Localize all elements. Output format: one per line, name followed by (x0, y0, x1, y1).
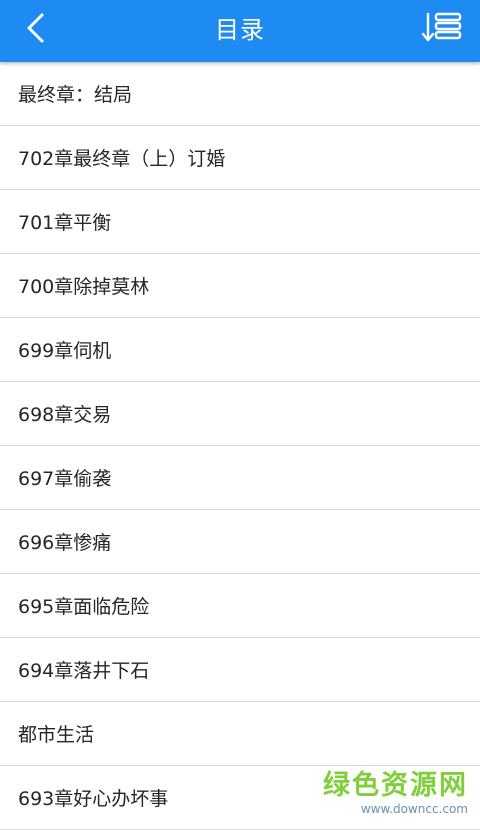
top-app-bar: 目录 (0, 0, 480, 62)
chapter-title: 699章伺机 (18, 340, 112, 362)
chapter-item[interactable]: 697章偷袭 (0, 446, 480, 510)
chapter-item[interactable]: 701章平衡 (0, 190, 480, 254)
chapter-title: 700章除掉莫林 (18, 276, 150, 298)
chevron-left-icon (27, 13, 44, 43)
sort-order-icon (421, 12, 462, 42)
chapter-list: 最终章：结局 702章最终章（上）订婚 701章平衡 700章除掉莫林 699章… (0, 62, 480, 830)
sort-order-button[interactable] (420, 8, 466, 54)
chapter-item[interactable]: 698章交易 (0, 382, 480, 446)
chapter-title: 最终章：结局 (18, 84, 133, 106)
chapter-item[interactable]: 696章惨痛 (0, 510, 480, 574)
chapter-title: 都市生活 (18, 724, 95, 746)
chapter-item[interactable]: 694章落井下石 (0, 638, 480, 702)
chapter-title: 693章好心办坏事 (18, 788, 169, 810)
chapter-title: 702章最终章（上）订婚 (18, 148, 226, 170)
chapter-title: 697章偷袭 (18, 468, 112, 490)
chapter-title: 701章平衡 (18, 212, 112, 234)
chapter-item[interactable]: 700章除掉莫林 (0, 254, 480, 318)
chapter-title: 695章面临危险 (18, 596, 150, 618)
chapter-title: 698章交易 (18, 404, 112, 426)
chapter-item[interactable]: 最终章：结局 (0, 62, 480, 126)
page-title: 目录 (215, 16, 265, 44)
chapter-item[interactable]: 695章面临危险 (0, 574, 480, 638)
chapter-item[interactable]: 693章好心办坏事 (0, 766, 480, 830)
chapter-item[interactable]: 都市生活 (0, 702, 480, 766)
chapter-title: 694章落井下石 (18, 660, 150, 682)
chapter-item[interactable]: 702章最终章（上）订婚 (0, 126, 480, 190)
chapter-item[interactable]: 699章伺机 (0, 318, 480, 382)
back-button[interactable] (14, 8, 60, 54)
chapter-title: 696章惨痛 (18, 532, 112, 554)
app-screen: 目录 最终章：结局 702章最终章（上）订婚 701章平衡 700章除掉莫林 6… (0, 0, 480, 830)
